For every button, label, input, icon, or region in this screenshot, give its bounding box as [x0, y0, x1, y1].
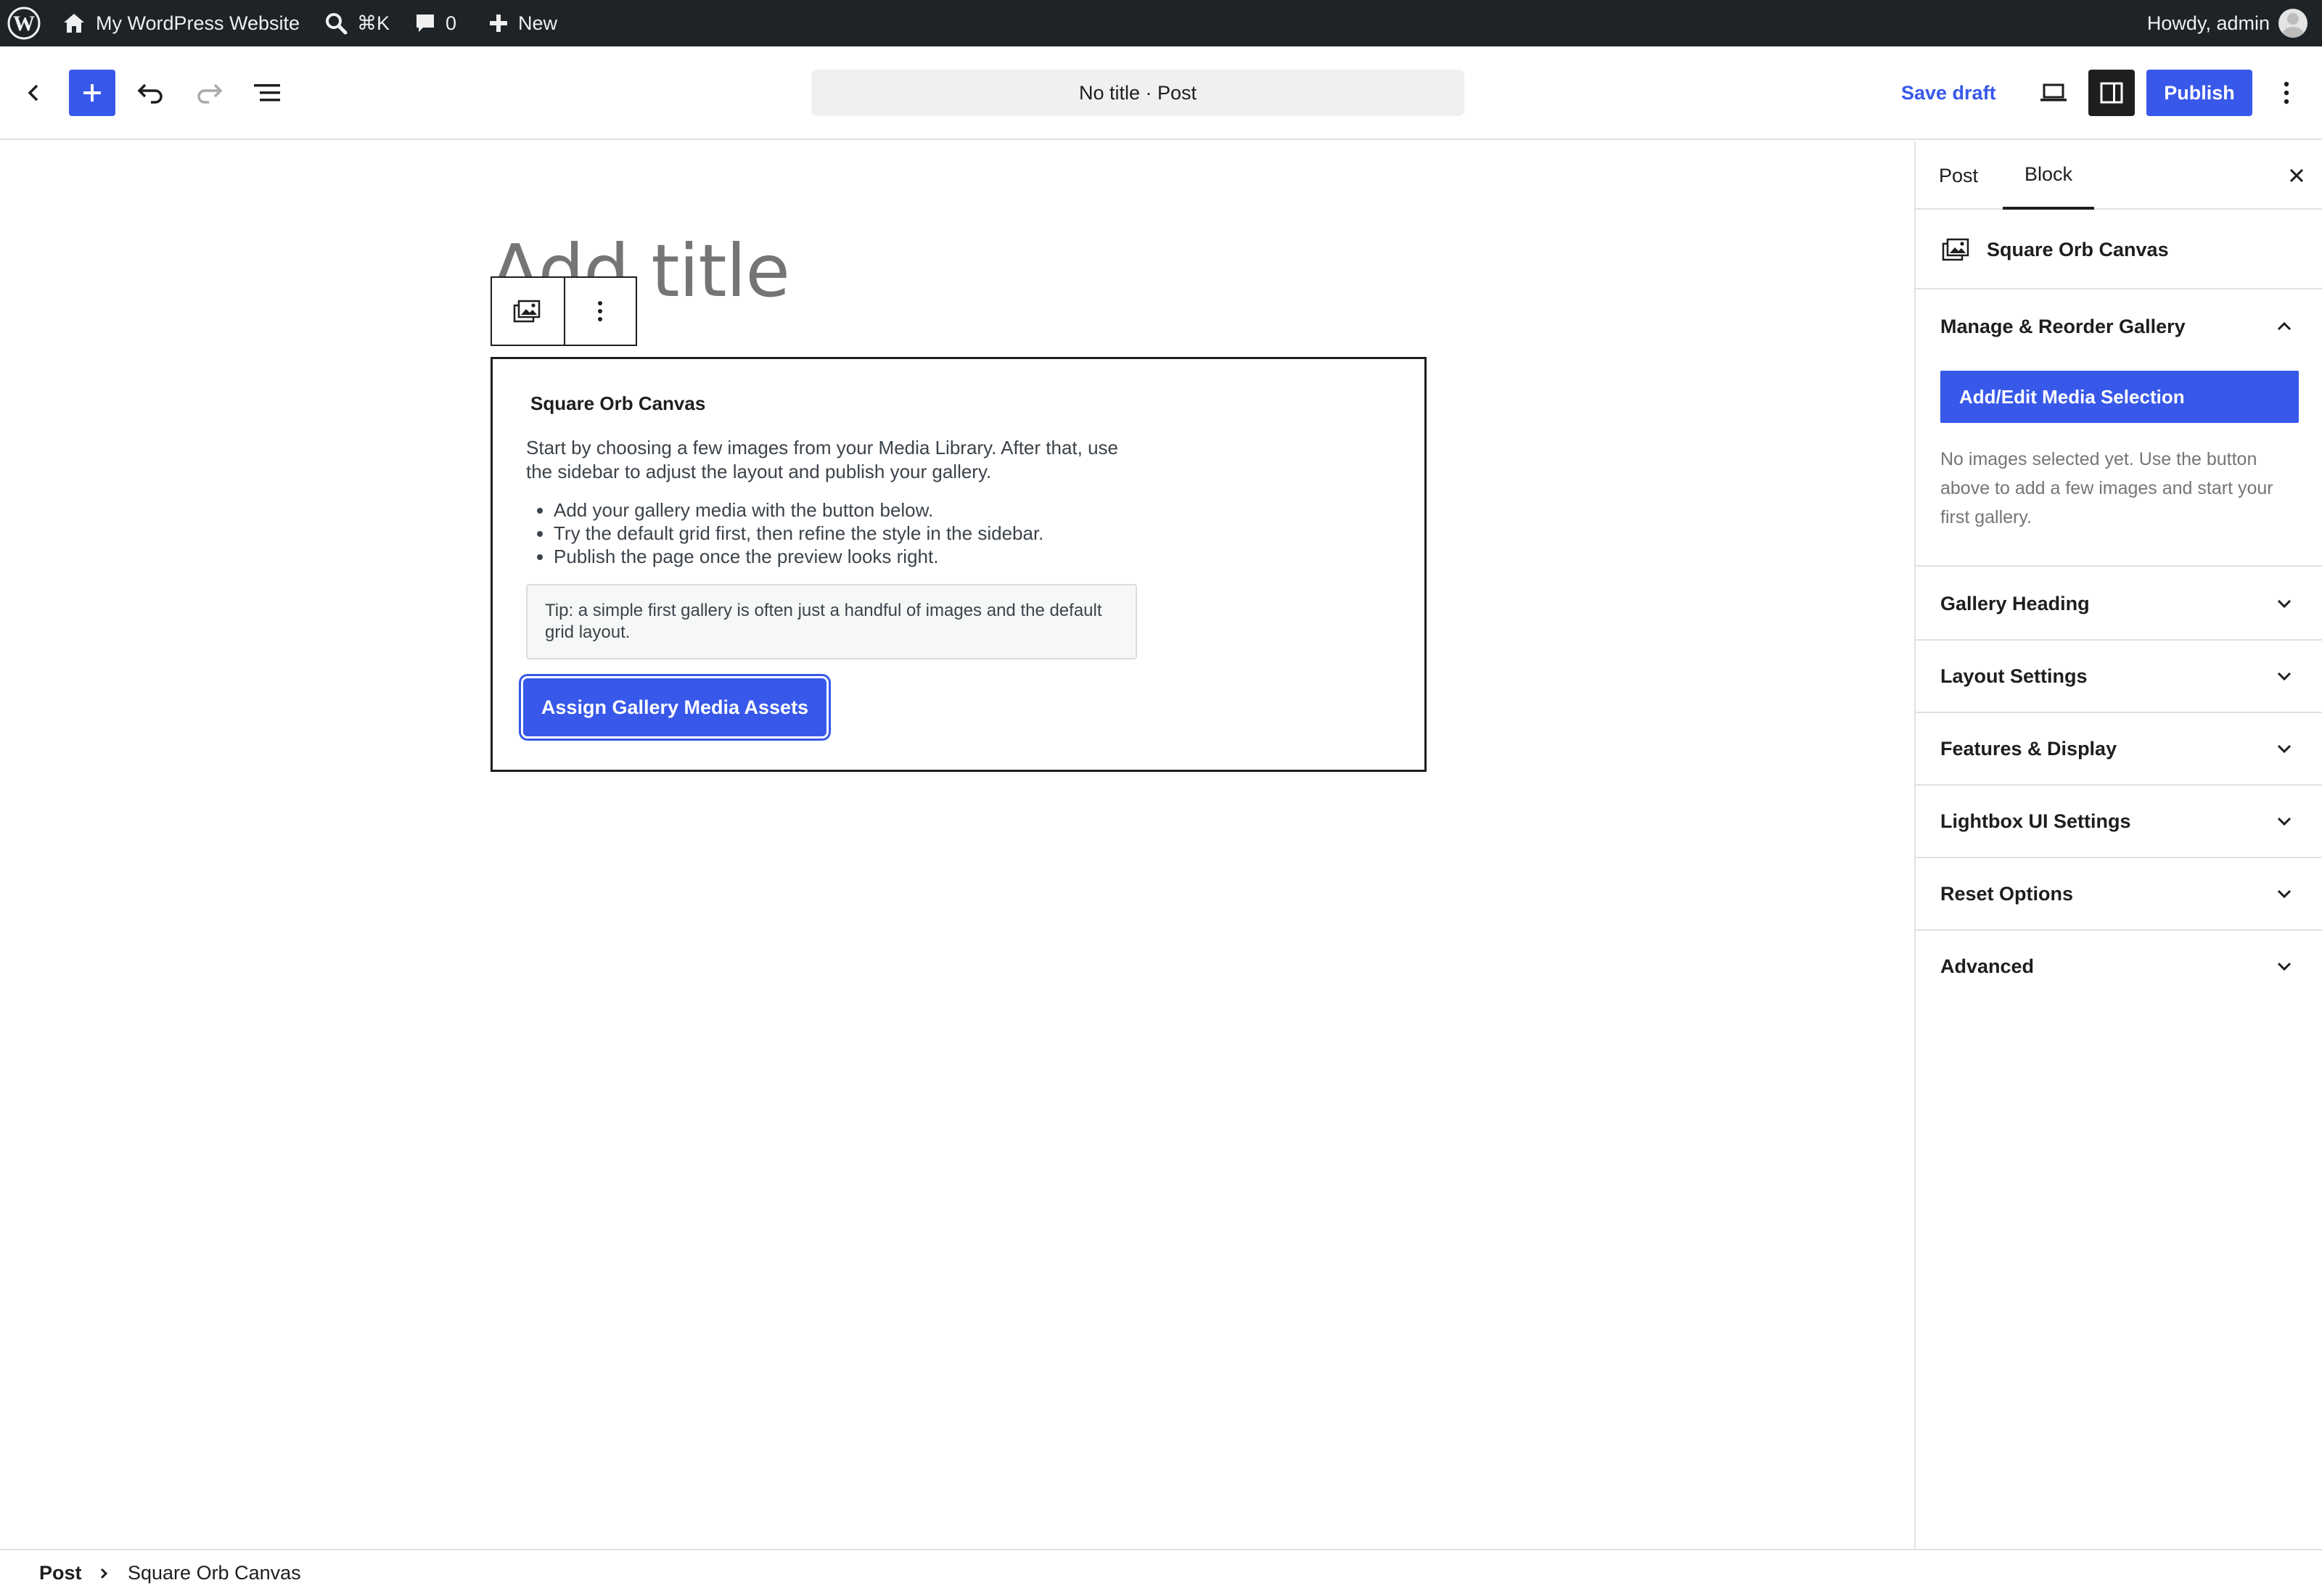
redo-button[interactable]: [187, 70, 231, 116]
svg-text:W: W: [13, 12, 35, 36]
close-icon: [2289, 168, 2304, 183]
document-title-bar[interactable]: No title · Post: [811, 70, 1464, 116]
breadcrumb-post[interactable]: Post: [39, 1562, 82, 1584]
admin-bar: W My WordPress Website ⌘K 0 New Howdy, a…: [0, 0, 2322, 46]
panel-toggle[interactable]: Lightbox UI Settings: [1916, 786, 2322, 857]
panel-advanced: Advanced: [1916, 931, 2322, 1003]
publish-button[interactable]: Publish: [2146, 70, 2252, 116]
avatar: [2278, 9, 2307, 38]
block-steps-list: Add your gallery media with the button b…: [554, 498, 1043, 568]
panel-title: Features & Display: [1940, 737, 2117, 760]
panel-title: Reset Options: [1940, 882, 2074, 905]
panel-toggle[interactable]: Reset Options: [1916, 858, 2322, 929]
greeting: Howdy, admin: [2146, 12, 2270, 34]
tip-notice: Tip: a simple first gallery is often jus…: [526, 584, 1137, 659]
panel-title: Manage & Reorder Gallery: [1940, 315, 2186, 337]
breadcrumb-current: Square Orb Canvas: [128, 1562, 301, 1584]
document-title: No title · Post: [1078, 81, 1197, 104]
panel-reset-options: Reset Options: [1916, 858, 2322, 931]
plus-icon: [490, 15, 507, 32]
more-vertical-icon: [2284, 81, 2289, 104]
panel-gallery-heading: Gallery Heading: [1916, 568, 2322, 641]
chevron-left-icon: [28, 84, 38, 102]
close-sidebar-button[interactable]: [2278, 157, 2315, 194]
chevron-down-icon: [2277, 889, 2292, 899]
panel-toggle[interactable]: Advanced: [1916, 931, 2322, 1002]
panel-manage-gallery: Manage & Reorder Gallery Add/Edit Media …: [1916, 291, 2322, 567]
list-item: Try the default grid first, then refine …: [554, 522, 1043, 545]
block-options-button[interactable]: [563, 278, 636, 345]
tab-post[interactable]: Post: [1939, 141, 1978, 210]
chevron-up-icon: [2277, 321, 2292, 331]
save-draft-button[interactable]: Save draft: [1901, 70, 1996, 116]
undo-button[interactable]: [129, 70, 173, 116]
comments-link[interactable]: 0: [414, 0, 456, 46]
back-button[interactable]: [15, 70, 54, 116]
panel-layout-settings: Layout Settings: [1916, 641, 2322, 713]
editor-canvas: Add title Square Orb Canvas Start by cho…: [0, 141, 1914, 1549]
block-card: Square Orb Canvas: [1916, 211, 2322, 289]
list-item: Publish the page once the preview looks …: [554, 545, 1043, 568]
command-search[interactable]: ⌘K: [324, 0, 390, 46]
panel-title: Lightbox UI Settings: [1940, 810, 2131, 832]
undo-icon: [137, 83, 163, 104]
gallery-icon: [1942, 238, 1969, 261]
block-inserter-button[interactable]: [69, 70, 115, 116]
block-breadcrumb: Post Square Orb Canvas: [0, 1549, 2322, 1596]
panel-lightbox-ui-settings: Lightbox UI Settings: [1916, 786, 2322, 858]
chevron-right-icon: [100, 1568, 108, 1579]
chevron-down-icon: [2277, 599, 2292, 609]
panel-features-display: Features & Display: [1916, 713, 2322, 786]
list-item: Add your gallery media with the button b…: [554, 498, 1043, 522]
new-label: New: [518, 12, 558, 34]
gallery-icon: [514, 300, 541, 323]
block-card-name: Square Orb Canvas: [1987, 238, 2169, 260]
gallery-help-text: No images selected yet. Use the button a…: [1940, 449, 2273, 527]
desktop-icon: [2040, 83, 2067, 102]
site-name: My WordPress Website: [96, 12, 300, 34]
panel-title: Gallery Heading: [1940, 592, 2090, 614]
plus-icon: [83, 84, 101, 102]
block-type-button[interactable]: [492, 278, 564, 345]
sidebar-icon: [2100, 82, 2123, 104]
list-view-icon: [254, 84, 280, 102]
search-icon: [326, 13, 348, 35]
wordpress-logo-icon[interactable]: W: [7, 0, 41, 46]
panel-title: Advanced: [1940, 955, 2035, 977]
chevron-down-icon: [2277, 817, 2292, 826]
panel-title: Layout Settings: [1940, 665, 2088, 687]
options-button[interactable]: [2268, 70, 2305, 116]
panel-toggle[interactable]: Gallery Heading: [1916, 568, 2322, 639]
more-vertical-icon: [598, 301, 603, 321]
panel-toggle[interactable]: Features & Display: [1916, 713, 2322, 784]
chevron-down-icon: [2277, 672, 2292, 681]
home-icon: [64, 14, 84, 33]
chevron-down-icon: [2277, 962, 2292, 971]
search-shortcut: ⌘K: [357, 12, 390, 34]
block-title: Square Orb Canvas: [530, 392, 706, 414]
account-menu[interactable]: Howdy, admin: [2147, 0, 2307, 46]
document-overview-button[interactable]: [245, 70, 289, 116]
assign-gallery-media-button[interactable]: Assign Gallery Media Assets: [523, 678, 826, 736]
add-edit-media-button[interactable]: Add/Edit Media Selection: [1940, 371, 2299, 423]
tab-block[interactable]: Block: [2003, 141, 2094, 210]
chevron-down-icon: [2277, 744, 2292, 754]
panel-toggle[interactable]: Manage & Reorder Gallery: [1916, 291, 2322, 362]
gallery-block[interactable]: Square Orb Canvas Start by choosing a fe…: [491, 357, 1427, 772]
site-name-link[interactable]: My WordPress Website: [61, 0, 300, 46]
redo-icon: [197, 83, 223, 104]
block-toolbar: [491, 276, 637, 346]
block-description: Start by choosing a few images from your…: [526, 437, 1119, 482]
comments-count: 0: [446, 12, 457, 34]
sidebar-tabs: Post Block: [1916, 141, 2322, 210]
panel-toggle[interactable]: Layout Settings: [1916, 641, 2322, 712]
settings-sidebar: Post Block Square Orb Canvas Manage & Re…: [1914, 141, 2322, 1549]
new-content-link[interactable]: New: [488, 0, 557, 46]
editor-header: No title · Post Save draft Publish: [0, 46, 2322, 140]
preview-button[interactable]: [2030, 70, 2077, 116]
comment-icon: [417, 15, 434, 32]
settings-sidebar-toggle[interactable]: [2088, 70, 2135, 116]
